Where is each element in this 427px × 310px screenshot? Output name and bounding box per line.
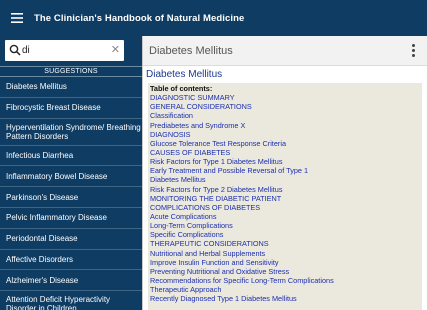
app-bar: The Clinician's Handbook of Natural Medi…	[0, 0, 427, 36]
suggestion-item[interactable]: Attention Deficit Hyperactivity Disorder…	[0, 291, 142, 310]
toc-link[interactable]: Recently Diagnosed Type 1 Diabetes Melli…	[150, 294, 422, 303]
suggestion-item[interactable]: Alzheimer's Disease	[0, 270, 142, 292]
suggestion-item[interactable]: Pelvic Inflammatory Disease	[0, 208, 142, 229]
suggestion-item[interactable]: Affective Disorders	[0, 250, 142, 271]
toc-title: Table of contents:	[150, 84, 213, 93]
detail-title: Diabetes Mellitus	[149, 44, 233, 57]
more-options-icon[interactable]	[411, 44, 417, 60]
suggestion-list: Diabetes Mellitus Fibrocystic Breast Dis…	[0, 77, 142, 310]
article-content: Diabetes Mellitus Table of contents: DIA…	[143, 66, 427, 310]
toc-link[interactable]: Nutritional and Herbal Supplements	[150, 249, 422, 258]
suggestion-item[interactable]: Parkinson's Disease	[0, 187, 142, 208]
search-input[interactable]	[22, 42, 110, 58]
clear-icon[interactable]: ✕	[111, 43, 120, 57]
toc-link[interactable]: THERAPEUTIC CONSIDERATIONS	[150, 239, 422, 248]
suggestion-item[interactable]: Hyperventilation Syndrome/ Breathing Pat…	[0, 119, 142, 146]
toc-link[interactable]: DIAGNOSTIC SUMMARY	[150, 93, 422, 102]
suggestion-item[interactable]: Periodontal Disease	[0, 229, 142, 250]
suggestion-item[interactable]: Fibrocystic Breast Disease	[0, 98, 142, 119]
toc-link[interactable]: Early Treatment and Possible Reversal of…	[150, 166, 422, 175]
suggestion-item[interactable]: Diabetes Mellitus	[0, 77, 142, 98]
toc-link[interactable]: Acute Complications	[150, 212, 422, 221]
toc-link[interactable]: MONITORING THE DIABETIC PATIENT	[150, 194, 422, 203]
toc-link[interactable]: Risk Factors for Type 2 Diabetes Mellitu…	[150, 185, 422, 194]
suggestion-item[interactable]: Inflammatory Bowel Disease	[0, 166, 142, 188]
detail-header: Diabetes Mellitus	[143, 36, 427, 66]
toc-link[interactable]: Risk Factors for Type 1 Diabetes Mellitu…	[150, 157, 422, 166]
toc-link[interactable]: Prediabetes and Syndrome X	[150, 121, 422, 130]
toc-link[interactable]: Diabetes Mellitus	[150, 175, 422, 184]
sidebar: ✕ SUGGESTIONS Diabetes Mellitus Fibrocys…	[0, 36, 142, 310]
toc-link[interactable]: COMPLICATIONS OF DIABETES	[150, 203, 422, 212]
menu-icon[interactable]	[0, 0, 34, 36]
search-icon	[9, 44, 21, 56]
article-heading: Diabetes Mellitus	[146, 69, 223, 80]
table-of-contents: Table of contents: DIAGNOSTIC SUMMARY GE…	[148, 83, 422, 310]
toc-link[interactable]: GENERAL CONSIDERATIONS	[150, 102, 422, 111]
toc-link[interactable]: Classification	[150, 111, 422, 120]
search-bar: ✕	[0, 36, 142, 66]
suggestions-header: SUGGESTIONS	[0, 66, 142, 77]
search-box: ✕	[5, 40, 124, 61]
toc-link[interactable]: Glucose Tolerance Test Response Criteria	[150, 139, 422, 148]
toc-link[interactable]: Long-Term Complications	[150, 221, 422, 230]
toc-link[interactable]: Recommendations for Specific Long-Term C…	[150, 276, 422, 285]
suggestion-item[interactable]: Infectious Diarrhea	[0, 146, 142, 167]
toc-link[interactable]: CAUSES OF DIABETES	[150, 148, 422, 157]
app-title: The Clinician's Handbook of Natural Medi…	[34, 12, 245, 24]
toc-link[interactable]: Improve Insulin Function and Sensitivity	[150, 258, 422, 267]
toc-link[interactable]: Therapeutic Approach	[150, 285, 422, 294]
toc-link[interactable]: Preventing Nutritional and Oxidative Str…	[150, 267, 422, 276]
toc-link[interactable]: Specific Complications	[150, 230, 422, 239]
toc-link[interactable]: DIAGNOSIS	[150, 130, 422, 139]
